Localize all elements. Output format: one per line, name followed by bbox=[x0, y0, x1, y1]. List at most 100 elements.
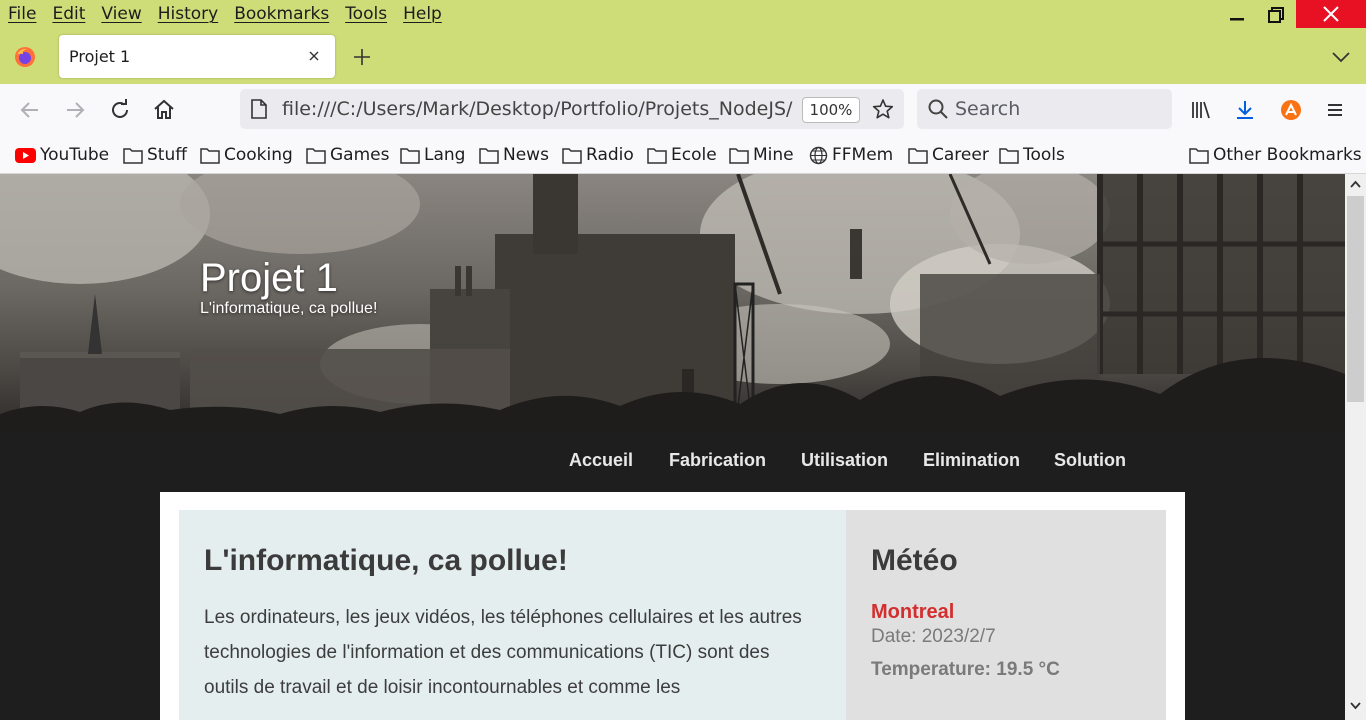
account-icon[interactable] bbox=[1279, 98, 1303, 122]
folder-icon bbox=[200, 147, 220, 164]
weather-date: Date: 2023/2/7 bbox=[871, 626, 996, 647]
bookmark-label: Mine bbox=[753, 145, 794, 165]
article-heading: L'informatique, ca pollue! bbox=[204, 544, 568, 577]
forward-arrow-icon[interactable] bbox=[63, 98, 87, 122]
nav-accueil-link[interactable]: Accueil bbox=[569, 450, 633, 471]
close-tab-icon[interactable] bbox=[305, 47, 323, 65]
library-icon[interactable] bbox=[1189, 98, 1213, 122]
folder-icon bbox=[400, 147, 420, 164]
menu-bookmarks[interactable]: Bookmarks bbox=[234, 4, 329, 24]
other-bookmarks-folder[interactable]: Other Bookmarks bbox=[1189, 144, 1362, 166]
restore-button[interactable] bbox=[1256, 0, 1296, 30]
site-nav: Accueil Fabrication Utilisation Eliminat… bbox=[0, 431, 1345, 493]
scroll-down-arrow-icon[interactable] bbox=[1350, 702, 1361, 710]
bookmark-folder-stuff[interactable]: Stuff bbox=[123, 144, 187, 166]
bookmark-label: Tools bbox=[1023, 145, 1065, 165]
bookmark-label: FFMem bbox=[832, 145, 894, 165]
search-icon bbox=[928, 99, 948, 119]
content-container: L'informatique, ca pollue! Les ordinateu… bbox=[160, 492, 1185, 720]
bookmark-label: Lang bbox=[424, 145, 466, 165]
new-tab-icon[interactable] bbox=[352, 47, 372, 67]
menu-bar: File Edit View History Bookmarks Tools H… bbox=[0, 0, 1366, 30]
bookmark-folder-mine[interactable]: Mine bbox=[729, 144, 794, 166]
bookmark-folder-cooking[interactable]: Cooking bbox=[200, 144, 293, 166]
home-icon[interactable] bbox=[152, 98, 176, 122]
weather-heading: Météo bbox=[871, 544, 958, 577]
tab-projet-1[interactable]: Projet 1 bbox=[59, 35, 335, 78]
menu-view[interactable]: View bbox=[101, 4, 141, 24]
zoom-level-button[interactable]: 100% bbox=[802, 97, 860, 123]
bookmark-folder-games[interactable]: Games bbox=[306, 144, 389, 166]
close-icon bbox=[1323, 6, 1339, 22]
minimize-button[interactable] bbox=[1217, 0, 1257, 30]
menu-tools[interactable]: Tools bbox=[345, 4, 387, 24]
hero-banner: Projet 1 L'informatique, ca pollue! bbox=[0, 174, 1345, 431]
folder-icon bbox=[1189, 147, 1209, 164]
bookmark-label: Career bbox=[932, 145, 989, 165]
globe-icon bbox=[809, 146, 828, 164]
bookmark-star-icon[interactable] bbox=[872, 98, 894, 120]
folder-icon bbox=[908, 147, 928, 164]
hamburger-menu-icon[interactable] bbox=[1323, 98, 1347, 122]
hero-title: Projet 1 bbox=[200, 256, 338, 300]
nav-solution-link[interactable]: Solution bbox=[1054, 450, 1126, 471]
bookmark-folder-news[interactable]: News bbox=[479, 144, 549, 166]
restore-icon bbox=[1268, 7, 1284, 23]
folder-icon bbox=[479, 147, 499, 164]
bookmark-folder-lang[interactable]: Lang bbox=[400, 144, 465, 166]
minimize-icon bbox=[1230, 18, 1244, 21]
firefox-icon[interactable] bbox=[14, 46, 36, 68]
bookmark-label: Cooking bbox=[224, 145, 293, 165]
main-article: L'informatique, ca pollue! Les ordinateu… bbox=[179, 510, 846, 720]
back-arrow-icon[interactable] bbox=[18, 98, 42, 122]
hero-text: Projet 1 L'informatique, ca pollue! bbox=[200, 256, 377, 318]
tab-bar: Projet 1 bbox=[0, 30, 1366, 84]
nav-elimination-link[interactable]: Elimination bbox=[923, 450, 1020, 471]
menu-history[interactable]: History bbox=[158, 4, 218, 24]
page-icon bbox=[251, 99, 267, 119]
close-window-button[interactable] bbox=[1296, 0, 1366, 28]
article-paragraph: Les ordinateurs, les jeux vidéos, les té… bbox=[204, 607, 802, 698]
nav-bar: file:///C:/Users/Mark/Desktop/Portfolio/… bbox=[0, 84, 1366, 136]
folder-icon bbox=[729, 147, 749, 164]
bookmark-folder-ecole[interactable]: Ecole bbox=[647, 144, 717, 166]
bookmark-folder-tools[interactable]: Tools bbox=[999, 144, 1065, 166]
nav-utilisation-link[interactable]: Utilisation bbox=[801, 450, 888, 471]
folder-icon bbox=[647, 147, 667, 164]
url-text[interactable]: file:///C:/Users/Mark/Desktop/Portfolio/… bbox=[282, 98, 794, 120]
bookmark-label: Games bbox=[330, 145, 390, 165]
menu-help[interactable]: Help bbox=[403, 4, 442, 24]
other-bookmarks-label: Other Bookmarks bbox=[1213, 145, 1362, 165]
menu-file[interactable]: File bbox=[8, 4, 36, 24]
folder-icon bbox=[562, 147, 582, 164]
bookmark-youtube[interactable]: YouTube bbox=[15, 144, 109, 166]
url-bar[interactable]: file:///C:/Users/Mark/Desktop/Portfolio/… bbox=[240, 89, 904, 129]
weather-city: Montreal bbox=[871, 601, 955, 623]
menu-items: File Edit View History Bookmarks Tools H… bbox=[8, 4, 458, 24]
folder-icon bbox=[306, 147, 326, 164]
scrollbar-thumb[interactable] bbox=[1347, 196, 1364, 402]
nav-fabrication-link[interactable]: Fabrication bbox=[669, 450, 766, 471]
scroll-up-arrow-icon[interactable] bbox=[1350, 180, 1361, 188]
folder-icon bbox=[123, 147, 143, 164]
page-viewport: Projet 1 L'informatique, ca pollue! Accu… bbox=[0, 174, 1345, 720]
bookmark-label: Ecole bbox=[671, 145, 717, 165]
chevron-down-icon[interactable] bbox=[1330, 48, 1352, 66]
download-icon[interactable] bbox=[1233, 98, 1257, 122]
youtube-icon bbox=[15, 147, 36, 163]
bookmark-label: YouTube bbox=[40, 145, 110, 165]
menu-edit[interactable]: Edit bbox=[52, 4, 85, 24]
bookmark-label: Radio bbox=[586, 145, 634, 165]
reload-icon[interactable] bbox=[108, 98, 132, 122]
bookmark-folder-radio[interactable]: Radio bbox=[562, 144, 634, 166]
hero-subtitle: L'informatique, ca pollue! bbox=[200, 300, 378, 317]
bookmark-ffmem[interactable]: FFMem bbox=[809, 144, 893, 166]
bookmark-label: News bbox=[503, 145, 549, 165]
search-input[interactable]: Search bbox=[917, 89, 1172, 129]
search-placeholder: Search bbox=[955, 98, 1021, 120]
vertical-scrollbar[interactable] bbox=[1345, 174, 1366, 720]
tab-title: Projet 1 bbox=[69, 47, 131, 66]
weather-sidebar: Météo Montreal Date: 2023/2/7 Temperatur… bbox=[846, 510, 1166, 720]
bookmarks-toolbar: YouTube Stuff Cooking Games Lang News Ra… bbox=[0, 136, 1366, 174]
bookmark-folder-career[interactable]: Career bbox=[908, 144, 989, 166]
